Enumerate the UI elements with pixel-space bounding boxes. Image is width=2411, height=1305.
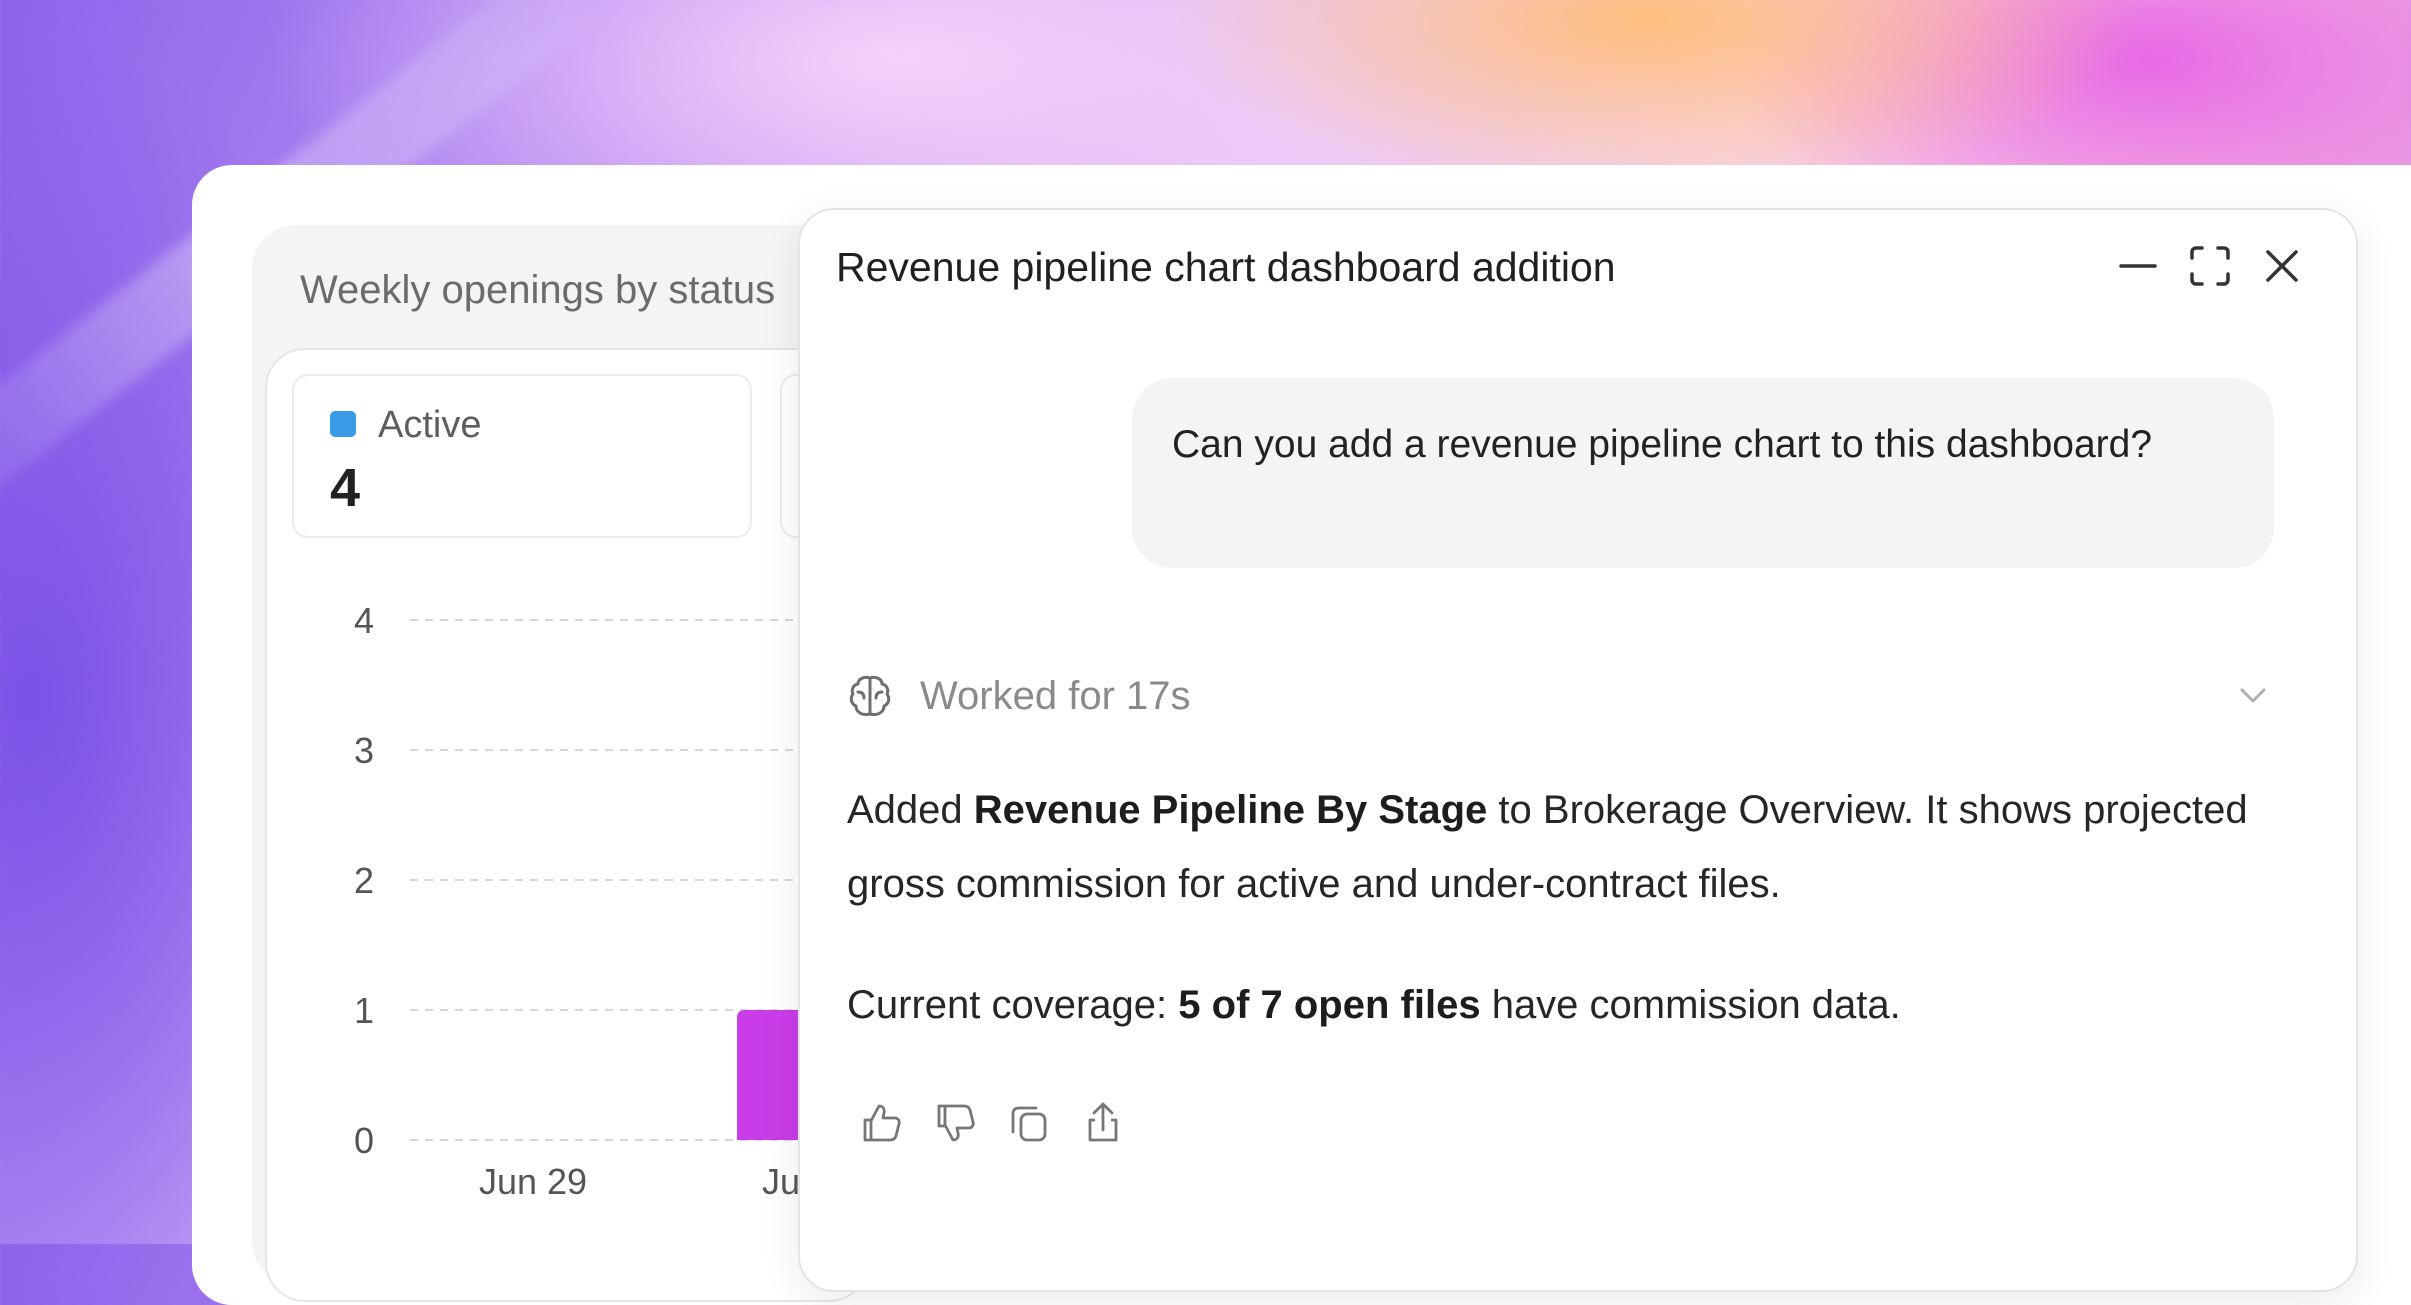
openings-bar-chart: 01234Jun 29 Jul: [354, 600, 820, 1202]
y-tick-label: 2: [354, 860, 374, 901]
share-icon[interactable]: [1080, 1100, 1126, 1146]
minimize-icon[interactable]: [2116, 244, 2160, 288]
msg2-prefix: Current coverage:: [847, 983, 1179, 1027]
msg2-bold: 5 of 7 open files: [1178, 983, 1481, 1027]
stat-value: 4: [330, 458, 361, 518]
chevron-down-icon[interactable]: [2236, 678, 2270, 712]
assistant-message-paragraph-2: Current coverage: 5 of 7 open files have…: [847, 968, 2287, 1042]
legend-swatch: [330, 411, 356, 437]
worked-status-row[interactable]: Worked for 17s: [846, 668, 1191, 724]
panel-title: Revenue pipeline chart dashboard additio…: [836, 244, 1616, 290]
msg1-bold: Revenue Pipeline By Stage: [973, 788, 1488, 832]
legend-label: Active: [378, 404, 482, 446]
y-tick-label: 4: [354, 600, 374, 641]
expand-icon[interactable]: [2188, 244, 2232, 288]
thumbs-down-icon[interactable]: [932, 1100, 978, 1146]
message-actions: [858, 1100, 1126, 1146]
x-tick-label: Jun 29: [479, 1161, 587, 1202]
user-message-bubble: Can you add a revenue pipeline chart to …: [1132, 378, 2274, 568]
y-tick-label: 0: [354, 1120, 374, 1161]
thumbs-up-icon[interactable]: [858, 1100, 904, 1146]
widget-title: Weekly openings by status: [300, 268, 776, 312]
y-tick-label: 1: [354, 990, 374, 1031]
stat-card-active[interactable]: [292, 374, 752, 538]
worked-label: Worked for 17s: [920, 673, 1191, 718]
msg1-prefix: Added: [847, 788, 974, 832]
assistant-message-paragraph-1: Added Revenue Pipeline By Stage to Broke…: [847, 773, 2287, 921]
brain-icon: [849, 675, 891, 716]
y-tick-label: 3: [354, 730, 374, 771]
close-icon[interactable]: [2260, 244, 2304, 288]
msg2-suffix: have commission data.: [1480, 983, 1901, 1027]
copy-icon[interactable]: [1006, 1100, 1052, 1146]
